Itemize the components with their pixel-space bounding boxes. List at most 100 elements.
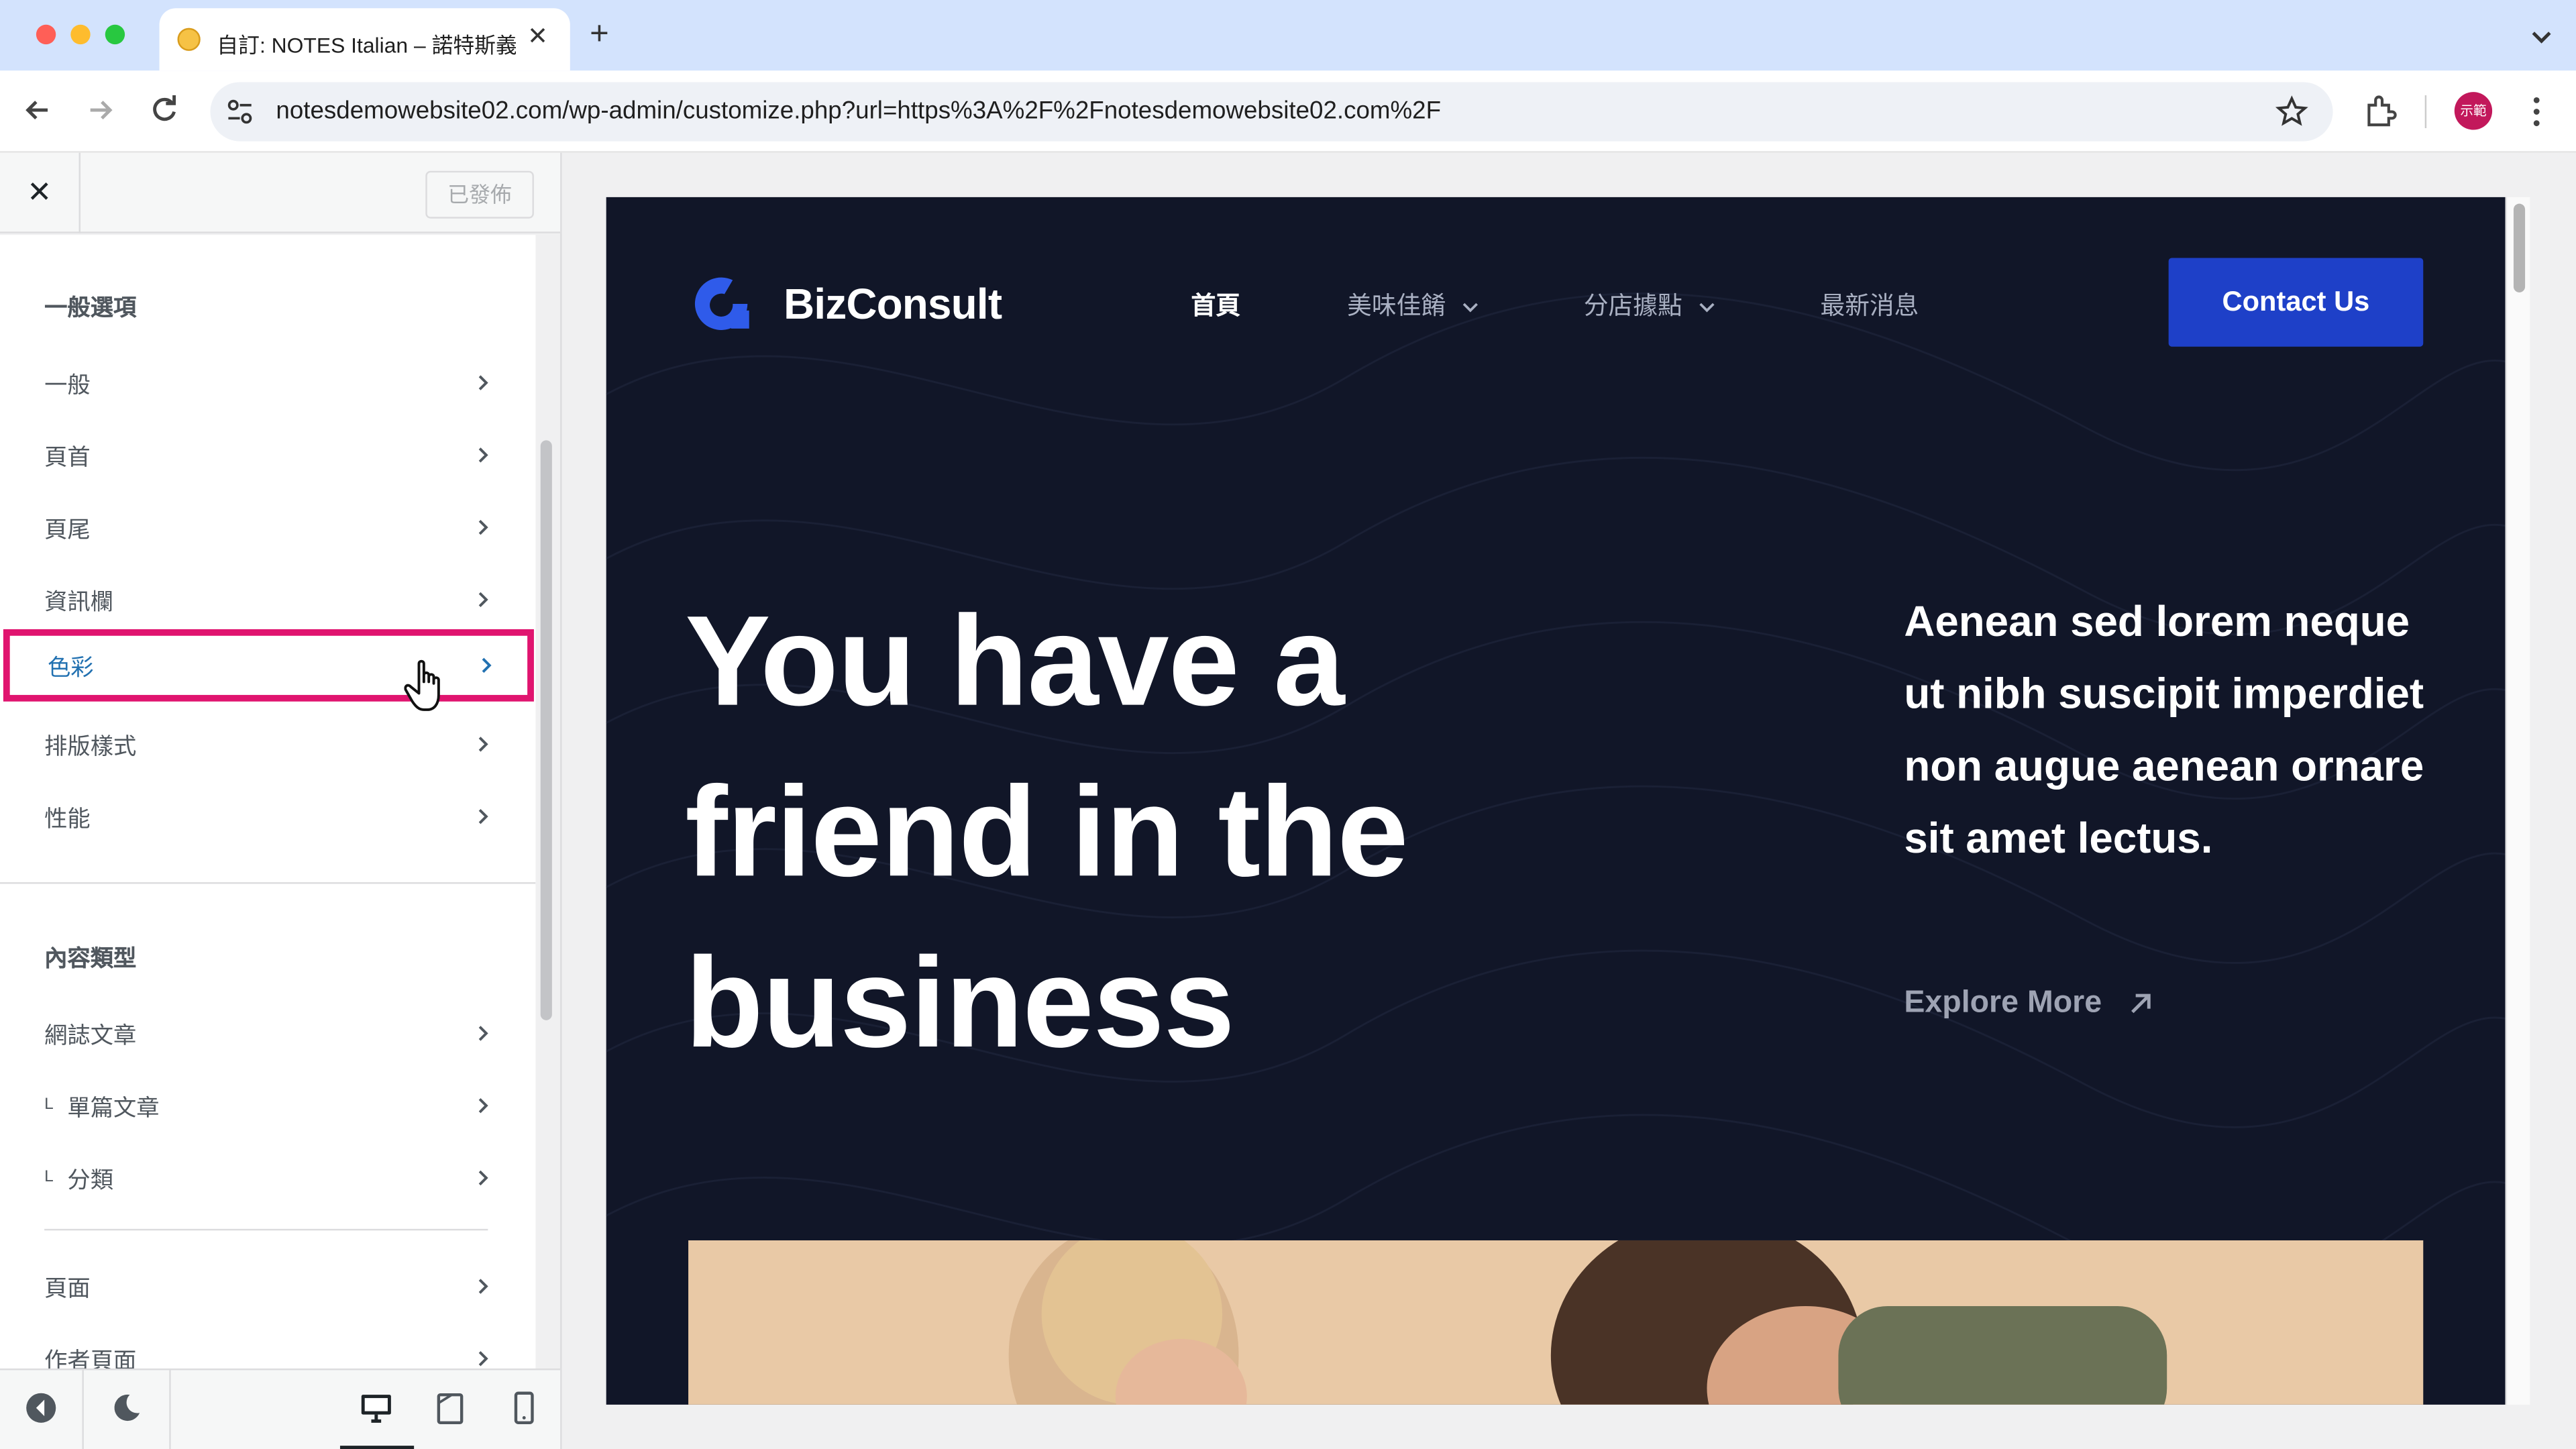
window-close-button[interactable] <box>36 24 56 45</box>
chevron-down-icon <box>1699 301 1715 314</box>
customizer-sidebar: ✕ 已發佈 一般選項 一般 頁首 頁尾 資訊欄 色彩 排版樣式 性能 內容類型 … <box>0 152 562 1449</box>
customizer-panel: 一般選項 一般 頁首 頁尾 資訊欄 色彩 排版樣式 性能 內容類型 網誌文章 L… <box>0 235 536 1369</box>
footer-divider <box>82 1370 84 1449</box>
menu-item-label: 網誌文章 <box>44 1022 137 1049</box>
menu-item-single-post[interactable]: L 單篇文章 <box>0 1069 535 1142</box>
preview-scroll-thumb[interactable] <box>2513 203 2526 292</box>
contact-us-button[interactable]: Contact Us <box>2168 258 2424 347</box>
chevron-down-icon <box>1462 301 1479 314</box>
nav-cuisine[interactable]: 美味佳餚 <box>1347 288 1479 322</box>
profile-avatar[interactable]: 示範 <box>2454 92 2493 130</box>
menu-item-general[interactable]: 一般 <box>0 347 535 419</box>
menu-item-performance[interactable]: 性能 <box>0 780 535 853</box>
section-divider <box>44 1228 488 1231</box>
chevron-right-icon <box>475 517 491 537</box>
menu-item-author-page[interactable]: 作者頁面 <box>0 1322 535 1368</box>
hero-photo <box>688 1240 2424 1405</box>
chevron-right-icon <box>475 1168 491 1187</box>
tablet-preview-icon[interactable] <box>432 1390 468 1426</box>
address-bar[interactable]: notesdemowebsite02.com/wp-admin/customiz… <box>210 82 2333 142</box>
menu-item-label: 性能 <box>44 805 91 832</box>
nav-locations[interactable]: 分店據點 <box>1584 288 1715 322</box>
hero-line: You have a <box>685 588 1344 733</box>
hero-heading: You have a friend in the business <box>685 575 1670 1087</box>
back-icon[interactable] <box>21 94 54 127</box>
window-maximize-button[interactable] <box>105 24 125 45</box>
extensions-icon[interactable] <box>2363 94 2399 130</box>
menu-item-label: 作者頁面 <box>44 1347 137 1369</box>
section-divider <box>0 882 536 884</box>
window-minimize-button[interactable] <box>70 24 91 45</box>
browser-tab[interactable]: 自訂: NOTES Italian – 諾特斯義 ✕ <box>159 8 570 71</box>
mobile-preview-icon[interactable] <box>506 1390 542 1426</box>
nav-label: 美味佳餚 <box>1347 292 1446 321</box>
menu-item-label: 色彩 <box>48 653 94 680</box>
menu-item-label: 分類 <box>67 1166 113 1193</box>
customizer-footer <box>0 1368 561 1449</box>
hero-description: Aenean sed lorem neque ut nibh suscipit … <box>1904 596 2424 863</box>
sub-item-marker: L <box>44 1095 54 1114</box>
nav-home[interactable]: 首頁 <box>1191 288 1241 322</box>
bizconsult-logo-icon[interactable] <box>688 271 754 337</box>
active-device-indicator <box>339 1446 415 1449</box>
chevron-right-icon <box>475 590 491 609</box>
menu-item-label: 排版樣式 <box>44 733 137 759</box>
menu-item-label: 頁尾 <box>44 515 91 543</box>
toolbar-divider <box>2424 95 2427 129</box>
menu-item-label: 頁面 <box>44 1275 91 1301</box>
menu-item-categories[interactable]: L 分類 <box>0 1142 535 1214</box>
chevron-right-icon <box>475 806 491 826</box>
desktop-preview-icon[interactable] <box>358 1390 394 1426</box>
menu-item-sidebar[interactable]: 資訊欄 <box>0 564 535 636</box>
forward-icon[interactable] <box>84 94 117 127</box>
menu-item-label: 一般 <box>44 371 91 398</box>
browser-toolbar: notesdemowebsite02.com/wp-admin/customiz… <box>0 70 2576 153</box>
close-customizer-icon[interactable]: ✕ <box>0 152 81 233</box>
footer-divider <box>169 1370 171 1449</box>
menu-item-label: 頁首 <box>44 443 91 470</box>
menu-item-pages[interactable]: 頁面 <box>0 1250 535 1323</box>
site-settings-icon[interactable] <box>227 99 253 125</box>
preview-scrollbar[interactable] <box>2505 197 2530 1405</box>
new-tab-icon[interactable]: + <box>590 16 609 54</box>
chevron-right-icon <box>475 1349 491 1368</box>
explore-more-link[interactable]: Explore More <box>1904 985 2153 1022</box>
chevron-right-icon <box>475 1277 491 1296</box>
menu-item-label: 單篇文章 <box>67 1094 160 1121</box>
customizer-header: ✕ 已發佈 <box>0 152 561 233</box>
reload-icon[interactable] <box>148 94 180 127</box>
chevron-right-icon <box>475 735 491 754</box>
general-options-title: 一般選項 <box>44 294 137 321</box>
chevron-right-icon <box>478 655 494 675</box>
menu-item-blog-posts[interactable]: 網誌文章 <box>0 998 535 1070</box>
collapse-sidebar-icon[interactable] <box>23 1390 59 1426</box>
tab-search-icon[interactable] <box>2524 19 2560 52</box>
chevron-right-icon <box>475 373 491 392</box>
browser-tab-bar: 自訂: NOTES Italian – 諾特斯義 ✕ + <box>0 0 2576 71</box>
dark-mode-moon-icon[interactable] <box>109 1390 145 1426</box>
menu-item-label: 資訊欄 <box>44 588 113 614</box>
panel-scrollbar[interactable] <box>540 440 552 1020</box>
site-preview: BizConsult 首頁 美味佳餚 分店據點 最新消息 Contact Us … <box>606 197 2506 1405</box>
chevron-right-icon <box>475 445 491 465</box>
tab-close-icon[interactable]: ✕ <box>527 21 548 51</box>
menu-item-footer[interactable]: 頁尾 <box>0 491 535 564</box>
url-text[interactable]: notesdemowebsite02.com/wp-admin/customiz… <box>276 97 1441 125</box>
menu-item-colors[interactable]: 色彩 <box>3 629 534 711</box>
tab-title: 自訂: NOTES Italian – 諾特斯義 <box>217 32 516 58</box>
content-types-title: 內容類型 <box>44 945 137 971</box>
menu-item-typography[interactable]: 排版樣式 <box>0 708 535 781</box>
browser-menu-icon[interactable] <box>2524 94 2550 130</box>
publish-button[interactable]: 已發佈 <box>425 170 534 219</box>
sub-item-marker: L <box>44 1168 54 1187</box>
bookmark-star-icon[interactable] <box>2275 95 2308 128</box>
arrow-up-right-icon <box>2127 991 2153 1017</box>
site-brand-name[interactable]: BizConsult <box>784 279 1002 330</box>
chevron-right-icon <box>475 1024 491 1043</box>
menu-item-header[interactable]: 頁首 <box>0 419 535 491</box>
chevron-right-icon <box>475 1095 491 1115</box>
nav-news[interactable]: 最新消息 <box>1820 288 1919 322</box>
site-favicon-icon <box>177 28 201 51</box>
hero-line: business <box>685 930 1235 1075</box>
explore-more-label: Explore More <box>1904 985 2102 1020</box>
